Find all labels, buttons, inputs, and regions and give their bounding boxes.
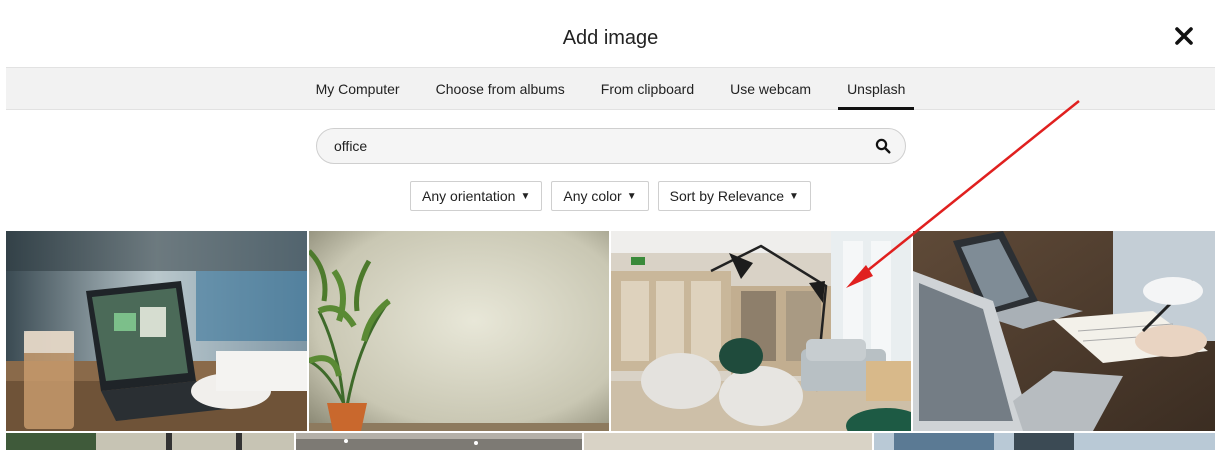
modal-header: Add image bbox=[6, 9, 1215, 67]
orientation-dropdown[interactable]: Any orientation ▼ bbox=[410, 181, 543, 211]
orientation-label: Any orientation bbox=[422, 188, 516, 204]
search-input[interactable] bbox=[334, 138, 875, 154]
caret-down-icon: ▼ bbox=[626, 190, 637, 202]
add-image-modal: Add image My Computer Choose from albums… bbox=[6, 9, 1215, 450]
tab-my-computer[interactable]: My Computer bbox=[298, 68, 418, 109]
tab-use-webcam[interactable]: Use webcam bbox=[712, 68, 829, 109]
photo-laptop-notes[interactable] bbox=[913, 231, 1215, 431]
color-label: Any color bbox=[563, 188, 622, 204]
tab-from-clipboard[interactable]: From clipboard bbox=[583, 68, 712, 109]
color-dropdown[interactable]: Any color ▼ bbox=[551, 181, 649, 211]
source-tabs: My Computer Choose from albums From clip… bbox=[6, 67, 1215, 110]
sort-dropdown[interactable]: Sort by Relevance ▼ bbox=[657, 181, 811, 211]
photo-laptop-coffee[interactable] bbox=[6, 231, 307, 431]
close-icon bbox=[1175, 27, 1193, 45]
caret-down-icon: ▼ bbox=[520, 190, 531, 202]
filter-bar: Any orientation ▼ Any color ▼ Sort by Rele… bbox=[6, 181, 1215, 211]
photo-office-lounge[interactable] bbox=[611, 231, 911, 431]
sort-label: Sort by Relevance bbox=[669, 188, 785, 204]
search-icon[interactable] bbox=[875, 138, 891, 154]
photo-grid-row bbox=[6, 433, 1215, 450]
photo-office-partial[interactable] bbox=[6, 433, 294, 450]
close-button[interactable] bbox=[1173, 25, 1195, 47]
photo-office-partial[interactable] bbox=[874, 433, 1215, 450]
photo-plant-wall[interactable] bbox=[309, 231, 609, 431]
modal-title: Add image bbox=[562, 26, 659, 49]
cut-off-heading bbox=[0, 0, 1215, 8]
tab-choose-from-albums[interactable]: Choose from albums bbox=[418, 68, 583, 109]
caret-down-icon: ▼ bbox=[789, 190, 799, 202]
photo-grid-row bbox=[6, 231, 1215, 431]
photo-office-partial[interactable] bbox=[296, 433, 582, 450]
search-box bbox=[316, 128, 906, 164]
photo-office-partial[interactable] bbox=[584, 433, 872, 450]
tab-unsplash[interactable]: Unsplash bbox=[829, 68, 923, 110]
